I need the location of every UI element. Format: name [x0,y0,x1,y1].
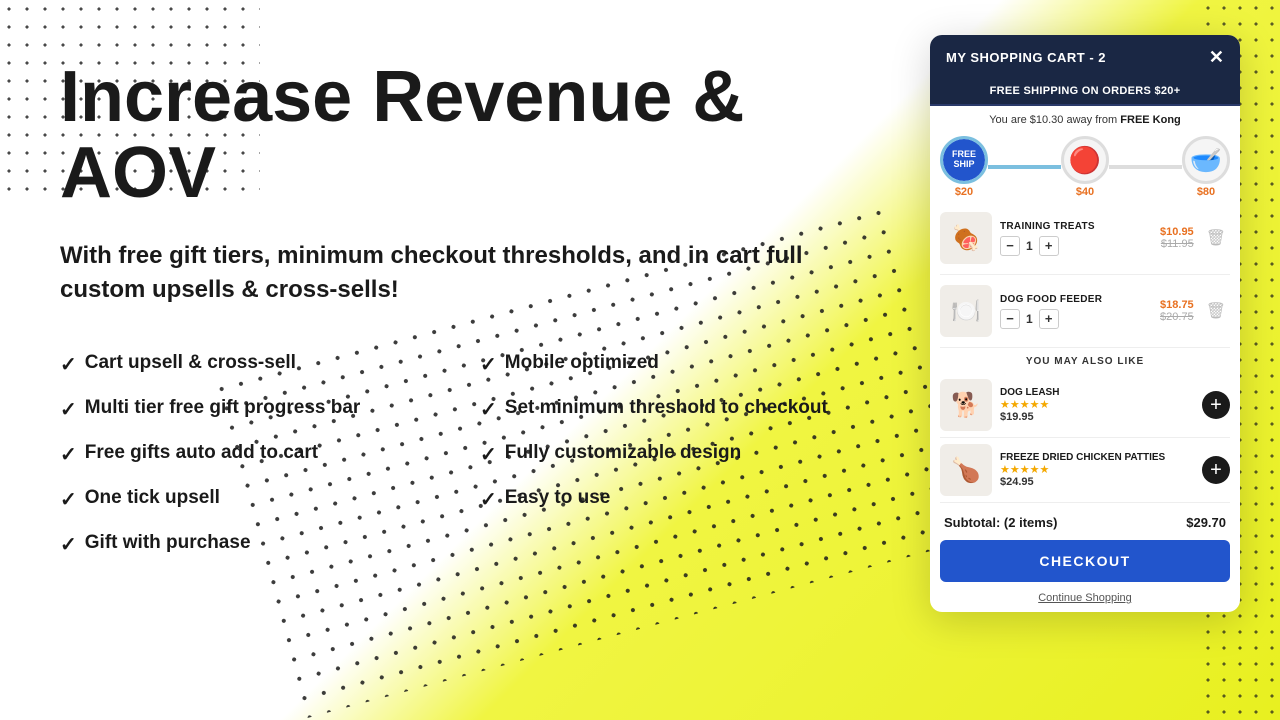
free-ship-badge: FREESHIP [943,139,985,181]
feature-text: Multi tier free gift progress bar [85,397,361,419]
item-qty-2: − 1 + [1000,309,1152,329]
item-qty-1: − 1 + [1000,236,1152,256]
price-original-1: $11.95 [1160,238,1194,250]
upsell-price-2: $24.95 [1000,476,1194,488]
feature-item: ✓ One tick upsell [60,477,480,522]
tier-circle-2: 🔴 [1061,136,1109,184]
feature-text: Cart upsell & cross-sell [85,352,296,374]
left-panel: Increase Revenue & AOV With free gift ti… [60,40,930,567]
page-title: Increase Revenue & AOV [60,60,900,211]
upsell-name-2: FREEZE DRIED CHICKEN PATTIES [1000,452,1194,463]
item-details-1: TRAINING TREATS − 1 + [1000,221,1152,256]
qty-decrease-1[interactable]: − [1000,236,1020,256]
cart-close-button[interactable]: ✕ [1209,47,1224,68]
tier-progress-row: FREESHIP $20 🔴 $40 🥣 $80 [930,130,1240,202]
delete-button-1[interactable]: 🗑 [1202,226,1230,250]
item-name-2: DOG FOOD FEEDER [1000,294,1152,305]
check-icon: ✓ [480,397,497,422]
tier-connector-1 [988,165,1061,169]
feature-item: ✓ Free gifts auto add to cart [60,432,480,477]
cart-title: MY SHOPPING CART - 2 [946,50,1106,65]
subtotal-row: Subtotal: (2 items) $29.70 [930,507,1240,534]
upsell-item-1: 🐕 DOG LEASH ★★★★★ $19.95 + [940,373,1230,438]
feature-item: ✓ Set minimum threshold to checkout [480,387,900,432]
item-price-1: $10.95 $11.95 [1160,226,1194,250]
feature-text: Gift with purchase [85,532,251,554]
feature-item: ✓ Mobile optimized [480,342,900,387]
upsell-price-1: $19.95 [1000,411,1194,423]
item-name-1: TRAINING TREATS [1000,221,1152,232]
tier-circle-1: FREESHIP [940,136,988,184]
qty-increase-2[interactable]: + [1039,309,1059,329]
delete-button-2[interactable]: 🗑 [1202,299,1230,323]
cart-header: MY SHOPPING CART - 2 ✕ [930,35,1240,80]
feature-text: Mobile optimized [505,352,659,374]
feature-text: Free gifts auto add to cart [85,442,318,464]
subtotal-value: $29.70 [1186,515,1226,530]
continue-shopping-link[interactable]: Continue Shopping [930,588,1240,612]
price-current-2: $18.75 [1160,299,1194,311]
tier-label-1: $20 [955,186,973,198]
item-details-2: DOG FOOD FEEDER − 1 + [1000,294,1152,329]
feature-text: Easy to use [505,487,611,509]
upsell-name-1: DOG LEASH [1000,387,1194,398]
check-icon: ✓ [60,532,77,557]
feature-item: ✓ Multi tier free gift progress bar [60,387,480,432]
feature-item: ✓ Cart upsell & cross-sell [60,342,480,387]
qty-value-1: 1 [1026,239,1033,253]
page-content: Increase Revenue & AOV With free gift ti… [0,0,1280,720]
check-icon: ✓ [480,352,497,377]
item-image-2: 🍽️ [940,285,992,337]
upsell-item-2: 🍗 FREEZE DRIED CHICKEN PATTIES ★★★★★ $24… [940,438,1230,503]
feature-item: ✓ Easy to use [480,477,900,522]
feature-item: ✓ Fully customizable design [480,432,900,477]
cart-items-list: 🍖 TRAINING TREATS − 1 + $10.95 $11.95 🗑 … [930,202,1240,348]
qty-increase-1[interactable]: + [1039,236,1059,256]
feature-text: Set minimum threshold to checkout [505,397,828,419]
check-icon: ✓ [60,397,77,422]
cart-widget: MY SHOPPING CART - 2 ✕ FREE SHIPPING ON … [930,35,1240,612]
upsell-info-2: FREEZE DRIED CHICKEN PATTIES ★★★★★ $24.9… [1000,452,1194,488]
check-icon: ✓ [480,442,497,467]
tier-circle-3: 🥣 [1182,136,1230,184]
check-icon: ✓ [60,442,77,467]
check-icon: ✓ [60,487,77,512]
upsell-info-1: DOG LEASH ★★★★★ $19.95 [1000,387,1194,423]
tier-label-3: $80 [1197,186,1215,198]
cart-item-2: 🍽️ DOG FOOD FEEDER − 1 + $18.75 $20.75 🗑 [940,275,1230,348]
upsell-stars-2: ★★★★★ [1000,463,1194,476]
subtotal-label: Subtotal: (2 items) [944,515,1057,530]
qty-value-2: 1 [1026,312,1033,326]
upsell-image-1: 🐕 [940,379,992,431]
upsell-title: YOU MAY ALSO LIKE [940,356,1230,367]
checkout-button[interactable]: CHECKOUT [940,540,1230,582]
features-grid: ✓ Cart upsell & cross-sell ✓ Multi tier … [60,342,900,567]
upsell-stars-1: ★★★★★ [1000,398,1194,411]
feature-item-gift: ✓ Gift with purchase [60,522,480,567]
check-icon: ✓ [480,487,497,512]
feature-text: One tick upsell [85,487,220,509]
cart-item-1: 🍖 TRAINING TREATS − 1 + $10.95 $11.95 🗑 [940,202,1230,275]
tier-item-3: 🥣 $80 [1182,136,1230,198]
upsell-image-2: 🍗 [940,444,992,496]
item-price-2: $18.75 $20.75 [1160,299,1194,323]
features-col-1: ✓ Cart upsell & cross-sell ✓ Multi tier … [60,342,480,567]
features-col-2: ✓ Mobile optimized ✓ Set minimum thresho… [480,342,900,567]
tier-item-2: 🔴 $40 [1061,136,1109,198]
feature-text: Fully customizable design [505,442,742,464]
tier-label-2: $40 [1076,186,1094,198]
subtitle: With free gift tiers, minimum checkout t… [60,239,880,306]
price-current-1: $10.95 [1160,226,1194,238]
add-to-cart-button-2[interactable]: + [1202,456,1230,484]
free-kong-message: You are $10.30 away from FREE Kong [930,106,1240,130]
qty-decrease-2[interactable]: − [1000,309,1020,329]
upsell-section: YOU MAY ALSO LIKE 🐕 DOG LEASH ★★★★★ $19.… [930,348,1240,507]
tier-connector-2 [1109,165,1182,169]
price-original-2: $20.75 [1160,311,1194,323]
item-image-1: 🍖 [940,212,992,264]
check-icon: ✓ [60,352,77,377]
free-shipping-banner: FREE SHIPPING ON ORDERS $20+ [930,80,1240,106]
tier-item-1: FREESHIP $20 [940,136,988,198]
add-to-cart-button-1[interactable]: + [1202,391,1230,419]
